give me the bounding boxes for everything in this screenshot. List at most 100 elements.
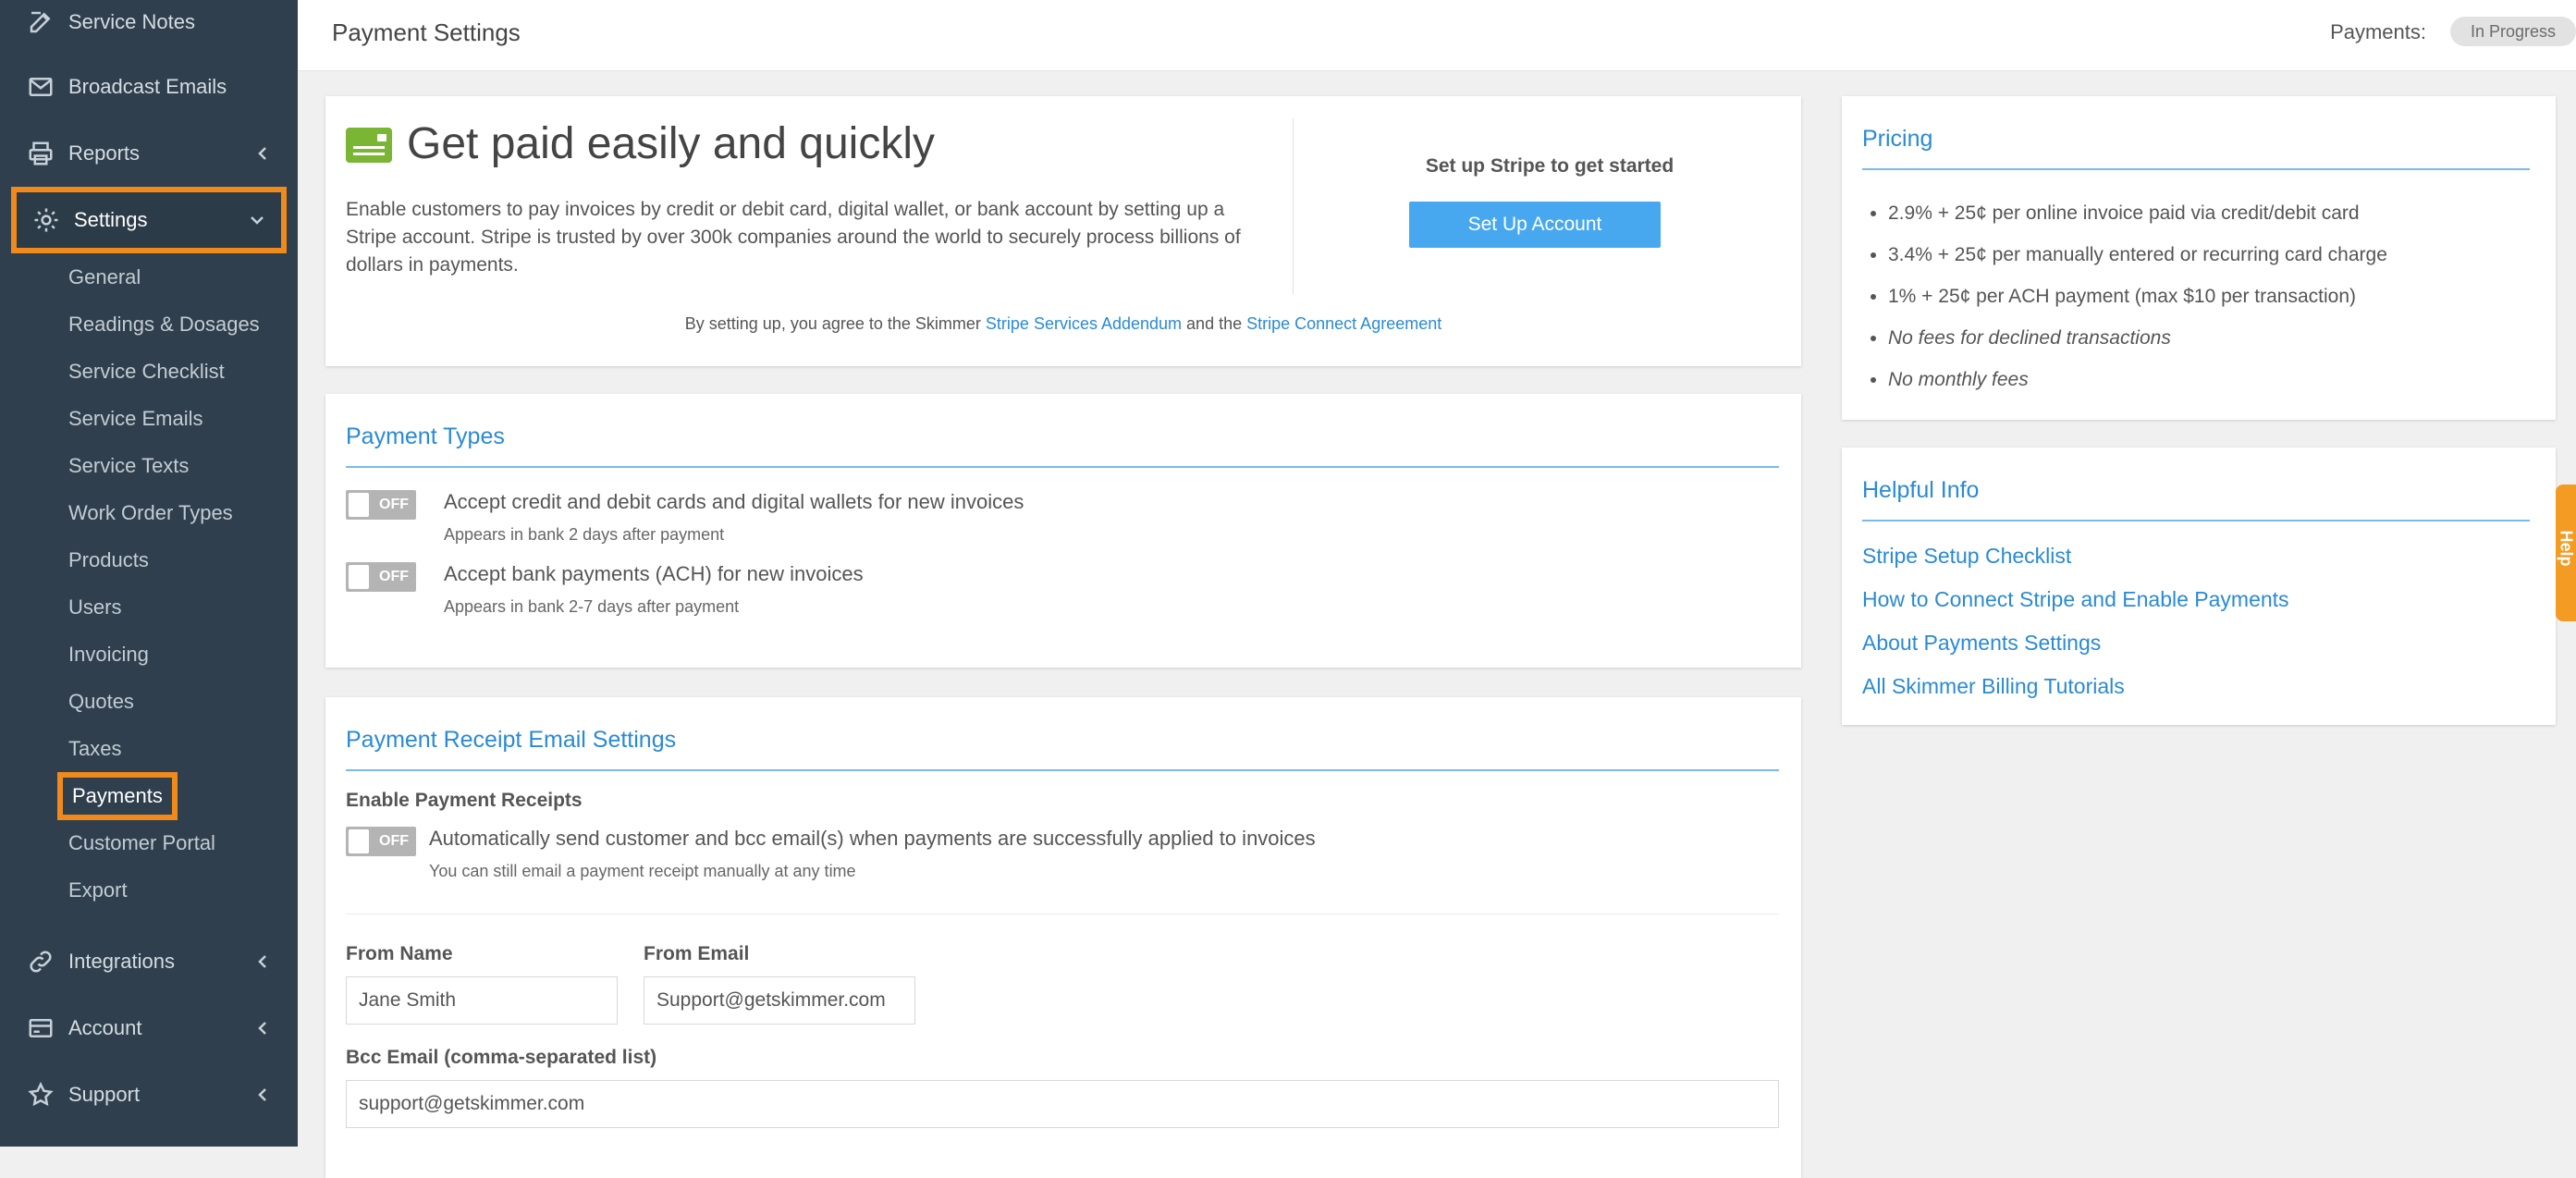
card-payments-toggle[interactable]: OFF — [346, 490, 416, 520]
settings-sub-users[interactable]: Users — [68, 589, 121, 626]
settings-sub-taxes[interactable]: Taxes — [68, 730, 121, 767]
ach-payments-toggle[interactable]: OFF — [346, 562, 416, 592]
gear-icon — [31, 205, 61, 235]
settings-sub-work-order-types[interactable]: Work Order Types — [68, 495, 233, 532]
agreement-mid: and the — [1182, 314, 1247, 333]
agreement-text: By setting up, you agree to the Skimmer … — [325, 314, 1801, 334]
from-name-label: From Name — [346, 943, 453, 964]
pricing-list: 2.9% + 25¢ per online invoice paid via c… — [1870, 192, 2387, 400]
pricing-item: 2.9% + 25¢ per online invoice paid via c… — [1888, 192, 2387, 234]
helpful-info-card: Helpful Info Stripe Setup Checklist How … — [1842, 448, 2556, 725]
help-tab-label: Help — [2557, 530, 2576, 567]
settings-sub-readings-dosages[interactable]: Readings & Dosages — [68, 306, 260, 343]
payment-types-card: Payment Types OFF Accept credit and debi… — [325, 394, 1801, 668]
settings-sub-service-texts[interactable]: Service Texts — [68, 448, 189, 485]
settings-sub-invoicing[interactable]: Invoicing — [68, 636, 149, 673]
sidebar-item-account[interactable]: Account — [0, 995, 298, 1061]
from-email-input[interactable]: Support@getskimmer.com — [644, 976, 915, 1025]
section-divider — [1862, 168, 2530, 170]
stripe-services-addendum-link[interactable]: Stripe Services Addendum — [986, 314, 1182, 333]
pricing-item: 3.4% + 25¢ per manually entered or recur… — [1888, 234, 2387, 276]
page-title: Payment Settings — [332, 18, 521, 46]
settings-sub-export[interactable]: Export — [68, 872, 128, 909]
edit-icon — [26, 7, 55, 37]
pricing-title: Pricing — [1862, 126, 1933, 152]
sidebar-item-broadcast-emails[interactable]: Broadcast Emails — [0, 54, 298, 120]
sidebar-item-label: Integrations — [68, 950, 175, 973]
settings-sub-payments[interactable]: Payments — [57, 772, 178, 820]
card-payments-sub: Appears in bank 2 days after payment — [444, 525, 725, 544]
agreement-prefix: By setting up, you agree to the Skimmer — [684, 314, 986, 333]
receipts-option-sub: You can still email a payment receipt ma… — [429, 862, 856, 880]
sidebar-item-label: Settings — [74, 208, 148, 231]
from-email-label: From Email — [644, 943, 750, 964]
sidebar-item-support[interactable]: Support — [0, 1061, 298, 1128]
section-divider — [346, 769, 1779, 771]
top-bar: Payment Settings Payments: In Progress — [298, 0, 2576, 71]
sidebar-item-label: Support — [68, 1083, 141, 1106]
toggle-state: OFF — [379, 497, 409, 512]
set-up-account-button[interactable]: Set Up Account — [1409, 202, 1661, 248]
settings-sub-customer-portal[interactable]: Customer Portal — [68, 825, 215, 862]
bcc-email-input[interactable]: support@getskimmer.com — [346, 1080, 1779, 1128]
printer-icon — [26, 139, 55, 168]
setup-heading: Set up Stripe to get started — [1425, 155, 1674, 177]
sidebar-item-label: Reports — [68, 141, 141, 165]
mail-icon — [26, 72, 55, 102]
receipts-option-label: Automatically send customer and bcc emai… — [429, 827, 1316, 850]
section-divider — [1862, 520, 2530, 522]
card-payments-label: Accept credit and debit cards and digita… — [444, 490, 1024, 513]
stripe-setup-checklist-link[interactable]: Stripe Setup Checklist — [1862, 544, 2071, 569]
stripe-connect-agreement-link[interactable]: Stripe Connect Agreement — [1246, 314, 1441, 333]
pricing-item: 1% + 25¢ per ACH payment (max $10 per tr… — [1888, 276, 2387, 317]
star-icon — [26, 1080, 55, 1110]
receipt-settings-title: Payment Receipt Email Settings — [346, 727, 677, 753]
payments-status-label: Payments: — [2330, 20, 2426, 43]
toggle-state: OFF — [379, 569, 409, 584]
status-badge: In Progress — [2449, 17, 2576, 46]
sidebar-item-settings[interactable]: Settings — [11, 187, 287, 253]
toggle-state: OFF — [379, 833, 409, 849]
card-icon — [26, 1013, 55, 1043]
sidebar-item-label: Broadcast Emails — [68, 75, 227, 98]
settings-sub-service-emails[interactable]: Service Emails — [68, 400, 202, 437]
enable-receipts-label: Enable Payment Receipts — [346, 790, 583, 811]
sidebar-item-label: Account — [68, 1016, 142, 1039]
chevron-left-icon — [253, 952, 272, 971]
sidebar-item-service-notes[interactable]: Service Notes — [0, 0, 298, 55]
toggle-knob — [349, 493, 369, 517]
stripe-setup-card: Get paid easily and quickly Enable custo… — [325, 96, 1801, 366]
toggle-knob — [349, 565, 369, 589]
settings-sub-service-checklist[interactable]: Service Checklist — [68, 353, 225, 390]
sidebar-item-label: Service Notes — [68, 10, 195, 33]
chevron-left-icon — [253, 1019, 272, 1037]
about-payments-settings-link[interactable]: About Payments Settings — [1862, 631, 2101, 656]
chevron-left-icon — [253, 1086, 272, 1104]
bcc-email-label: Bcc Email (comma-separated list) — [346, 1047, 657, 1068]
chevron-down-icon — [248, 211, 266, 229]
credit-card-icon — [346, 128, 392, 163]
payment-types-title: Payment Types — [346, 423, 505, 449]
sidebar: Service Notes Broadcast Emails Reports S… — [0, 0, 298, 1147]
pricing-item: No monthly fees — [1888, 359, 2387, 400]
receipt-email-card: Payment Receipt Email Settings Enable Pa… — [325, 697, 1801, 1178]
vertical-divider — [1293, 118, 1294, 294]
connect-stripe-link[interactable]: How to Connect Stripe and Enable Payment… — [1862, 587, 2289, 612]
pricing-card: Pricing 2.9% + 25¢ per online invoice pa… — [1842, 96, 2556, 420]
payment-receipts-toggle[interactable]: OFF — [346, 827, 416, 856]
ach-payments-sub: Appears in bank 2-7 days after payment — [444, 597, 740, 616]
from-name-input[interactable]: Jane Smith — [346, 976, 618, 1025]
settings-sub-products[interactable]: Products — [68, 542, 149, 579]
pricing-item: No fees for declined transactions — [1888, 317, 2387, 359]
ach-payments-label: Accept bank payments (ACH) for new invoi… — [444, 562, 864, 585]
billing-tutorials-link[interactable]: All Skimmer Billing Tutorials — [1862, 674, 2125, 699]
sidebar-item-reports[interactable]: Reports — [0, 120, 298, 187]
helpful-info-title: Helpful Info — [1862, 477, 1980, 503]
toggle-knob — [349, 829, 369, 853]
link-icon — [26, 947, 55, 976]
settings-sub-quotes[interactable]: Quotes — [68, 683, 134, 720]
settings-sub-general[interactable]: General — [68, 259, 141, 296]
sidebar-item-integrations[interactable]: Integrations — [0, 928, 298, 995]
hero-title: Get paid easily and quickly — [407, 119, 935, 168]
help-tab[interactable]: Help — [2556, 485, 2576, 621]
